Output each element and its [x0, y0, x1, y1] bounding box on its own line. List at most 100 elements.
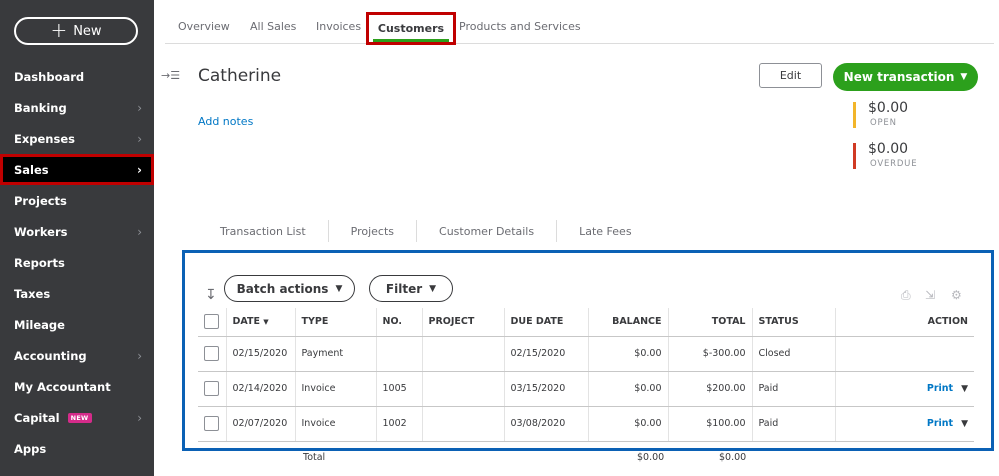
- cell-date: 02/07/2020: [226, 406, 296, 442]
- cell-balance: $0.00: [588, 336, 669, 372]
- sidebar: + New Dashboard Banking › Expenses › Sales…: [0, 0, 154, 476]
- tab-overview[interactable]: Overview: [178, 20, 230, 33]
- tab-invoices[interactable]: Invoices: [316, 20, 361, 33]
- overdue-indicator-bar: [853, 143, 856, 169]
- sidebar-item-accounting[interactable]: Accounting ›: [0, 340, 154, 371]
- table-row[interactable]: 02/07/2020 Invoice 1002 03/08/2020 $0.00…: [198, 406, 974, 442]
- active-tab-indicator: [373, 39, 449, 42]
- new-transaction-label: New transaction: [843, 70, 955, 84]
- sidebar-item-sales[interactable]: Sales ›: [0, 154, 154, 185]
- sort-arrow-icon[interactable]: ↧: [205, 287, 217, 303]
- column-header-project[interactable]: PROJECT: [422, 308, 505, 337]
- sidebar-item-dashboard[interactable]: Dashboard: [0, 61, 154, 92]
- subtab-projects[interactable]: Projects: [329, 220, 418, 242]
- chevron-right-icon: ›: [137, 101, 142, 115]
- row-checkbox[interactable]: [204, 381, 220, 396]
- cell-date: 02/15/2020: [226, 336, 296, 372]
- edit-button[interactable]: Edit: [759, 63, 822, 88]
- filter-button[interactable]: Filter ▼: [369, 275, 453, 302]
- cell-type: Invoice: [295, 406, 377, 442]
- table-total-row: Total $0.00 $0.00: [198, 452, 974, 466]
- total-label: Total: [303, 452, 326, 463]
- chevron-right-icon: ›: [137, 132, 142, 146]
- cell-status: Paid: [752, 406, 836, 442]
- print-icon[interactable]: ⎙: [901, 288, 915, 302]
- sidebar-item-workers[interactable]: Workers ›: [0, 216, 154, 247]
- plus-icon: +: [50, 18, 68, 42]
- print-link[interactable]: Print: [927, 418, 953, 429]
- cell-type: Payment: [295, 336, 377, 372]
- transaction-table: DATE ▼ TYPE NO. PROJECT DUE DATE BALANCE…: [198, 308, 974, 442]
- sidebar-item-taxes[interactable]: Taxes: [0, 278, 154, 309]
- open-indicator-bar: [853, 102, 856, 128]
- sidebar-item-label: Banking: [14, 100, 67, 115]
- sidebar-item-mileage[interactable]: Mileage: [0, 309, 154, 340]
- gear-icon[interactable]: ⚙: [951, 288, 965, 302]
- column-header-due-date[interactable]: DUE DATE: [504, 308, 589, 337]
- cell-action: Print ▼: [835, 406, 974, 442]
- sidebar-item-label: Workers: [14, 224, 68, 239]
- new-button-label: New: [73, 23, 102, 39]
- caret-down-icon[interactable]: ▼: [961, 384, 968, 394]
- add-notes-link[interactable]: Add notes: [198, 115, 253, 128]
- sidebar-item-label: Mileage: [14, 317, 65, 332]
- sidebar-item-reports[interactable]: Reports: [0, 247, 154, 278]
- column-header-status[interactable]: STATUS: [752, 308, 836, 337]
- sidebar-item-apps[interactable]: Apps: [0, 433, 154, 464]
- overdue-amount: $0.00: [868, 141, 909, 157]
- cell-action: [835, 336, 974, 372]
- sidebar-item-capital[interactable]: Capital NEW ›: [0, 402, 154, 433]
- open-amount: $0.00: [868, 100, 909, 116]
- column-header-balance[interactable]: BALANCE: [588, 308, 669, 337]
- tab-customers-label: Customers: [377, 22, 445, 35]
- expand-panel-icon[interactable]: →☰: [161, 69, 180, 83]
- chevron-right-icon: ›: [137, 163, 142, 177]
- new-button[interactable]: + New: [14, 17, 138, 45]
- sort-desc-icon: ▼: [263, 318, 269, 327]
- batch-actions-label: Batch actions: [236, 281, 329, 296]
- subtab-late-fees[interactable]: Late Fees: [557, 220, 653, 242]
- cell-status: Paid: [752, 371, 836, 407]
- tab-all-sales[interactable]: All Sales: [250, 20, 296, 33]
- customer-subtabs: Transaction List Projects Customer Detai…: [198, 219, 654, 243]
- sidebar-item-projects[interactable]: Projects: [0, 185, 154, 216]
- cell-total: $100.00: [668, 406, 753, 442]
- column-header-type[interactable]: TYPE: [295, 308, 377, 337]
- row-select-cell: [198, 371, 227, 407]
- batch-actions-button[interactable]: Batch actions ▼: [224, 275, 355, 302]
- sidebar-item-label: Accounting: [14, 348, 87, 363]
- row-select-cell: [198, 406, 227, 442]
- new-transaction-button[interactable]: New transaction ▼: [833, 63, 978, 91]
- row-checkbox[interactable]: [204, 346, 220, 361]
- sidebar-item-banking[interactable]: Banking ›: [0, 92, 154, 123]
- print-link[interactable]: Print: [927, 383, 953, 394]
- chevron-right-icon: ›: [137, 349, 142, 363]
- cell-type: Invoice: [295, 371, 377, 407]
- select-all-checkbox[interactable]: [204, 314, 220, 330]
- subtab-transaction-list[interactable]: Transaction List: [198, 220, 329, 242]
- column-header-date[interactable]: DATE ▼: [226, 308, 296, 337]
- sidebar-item-label: Taxes: [14, 286, 51, 301]
- cell-action: Print ▼: [835, 371, 974, 407]
- sidebar-item-label: Apps: [14, 441, 47, 456]
- subtab-customer-details[interactable]: Customer Details: [417, 220, 558, 242]
- sidebar-item-my-accountant[interactable]: My Accountant: [0, 371, 154, 402]
- export-icon[interactable]: ⇲: [925, 288, 939, 302]
- caret-down-icon: ▼: [960, 72, 968, 82]
- cell-status: Closed: [752, 336, 836, 372]
- cell-no: [376, 336, 423, 372]
- tab-customers[interactable]: Customers: [366, 12, 456, 45]
- table-row[interactable]: 02/15/2020 Payment 02/15/2020 $0.00 $-30…: [198, 336, 974, 372]
- cell-no: 1002: [376, 406, 423, 442]
- sidebar-item-expenses[interactable]: Expenses ›: [0, 123, 154, 154]
- cell-due-date: 03/15/2020: [504, 371, 589, 407]
- select-all-cell: [198, 308, 227, 337]
- column-header-no[interactable]: NO.: [376, 308, 423, 337]
- column-header-total[interactable]: TOTAL: [668, 308, 753, 337]
- sidebar-item-label: Capital: [14, 410, 60, 425]
- row-checkbox[interactable]: [204, 416, 220, 431]
- tab-products-and-services[interactable]: Products and Services: [459, 20, 581, 33]
- caret-down-icon[interactable]: ▼: [961, 419, 968, 429]
- table-row[interactable]: 02/14/2020 Invoice 1005 03/15/2020 $0.00…: [198, 371, 974, 407]
- total-amount: $0.00: [719, 452, 747, 463]
